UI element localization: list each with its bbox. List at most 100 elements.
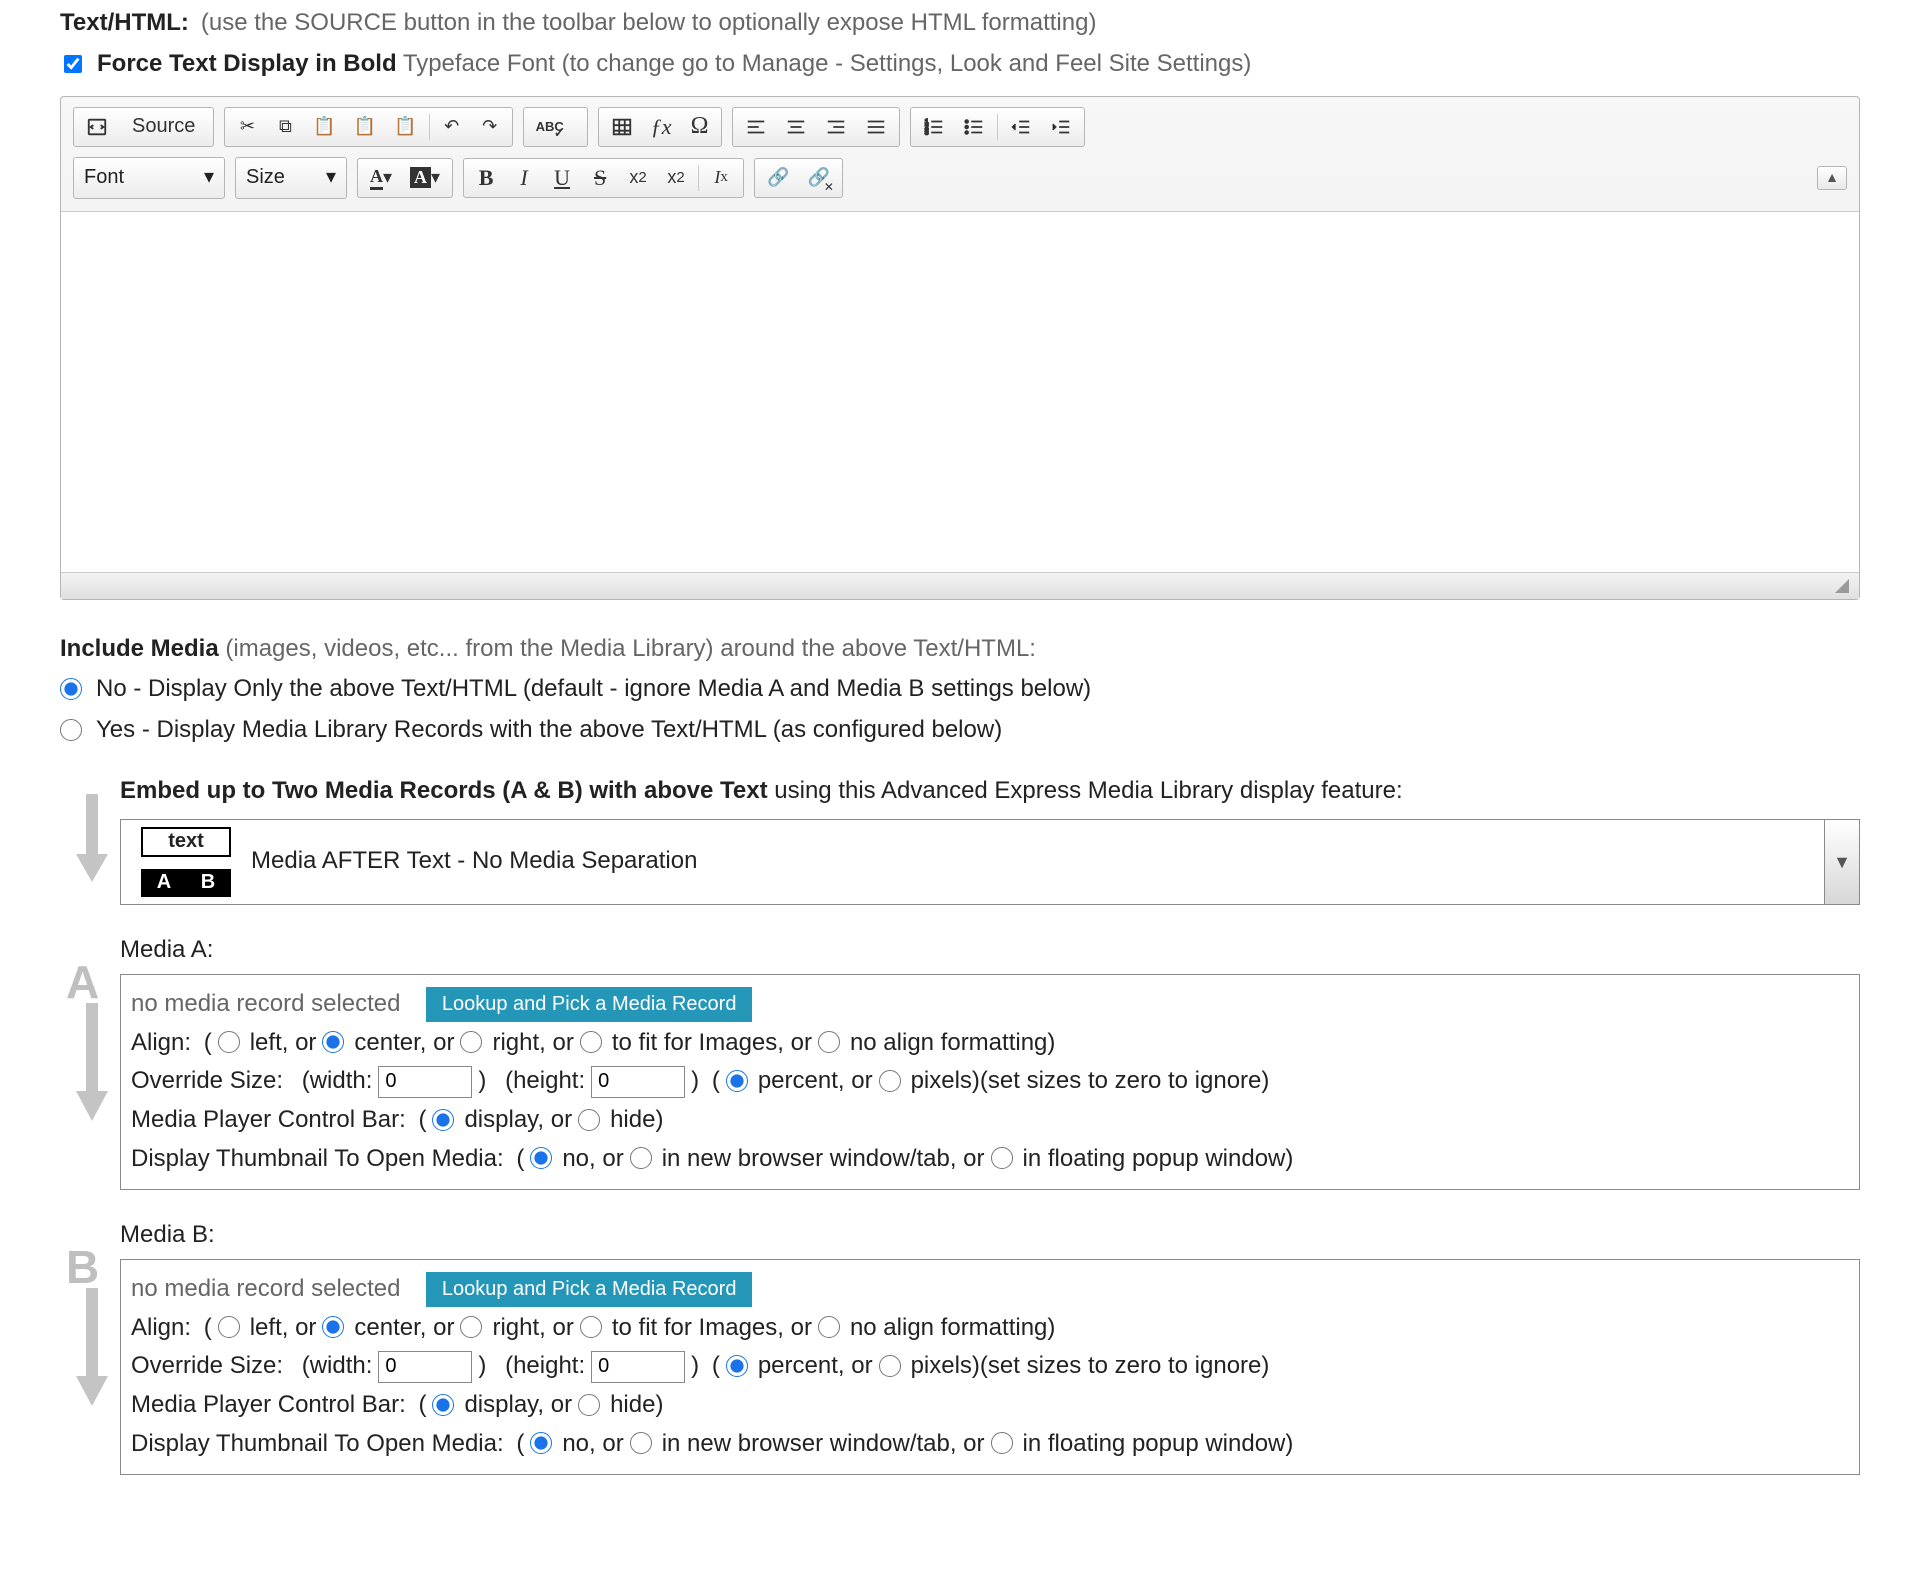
rich-text-editor: Source ✂ ⧉ 📋 📋 📋 ↶ ↷ ABC✓ <box>60 96 1860 600</box>
media-b-ctrl-display[interactable] <box>432 1394 454 1416</box>
chevron-down-icon: ▾ <box>204 163 214 192</box>
include-media-no[interactable]: No - Display Only the above Text/HTML (d… <box>60 672 1860 707</box>
media-a-height-input[interactable] <box>591 1066 685 1098</box>
media-a-ctrl-hide[interactable] <box>578 1109 600 1131</box>
media-layout-select[interactable]: text AB Media AFTER Text - No Media Sepa… <box>120 819 1860 905</box>
numbered-list-icon[interactable]: 123 <box>917 111 951 143</box>
chevron-down-icon[interactable]: ▼ <box>1824 820 1859 904</box>
media-a-thumb-no[interactable] <box>530 1147 552 1169</box>
media-a-thumb-pop[interactable] <box>991 1147 1013 1169</box>
override-label: Override Size: <box>131 1064 283 1099</box>
media-a-align-right[interactable] <box>460 1031 482 1053</box>
resize-handle-icon[interactable] <box>1835 579 1849 593</box>
media-a-align-none[interactable] <box>818 1031 840 1053</box>
align-label: Align: <box>131 1026 191 1061</box>
texthtml-label-row: Text/HTML: (use the SOURCE button in the… <box>60 6 1860 41</box>
paste-text-icon[interactable]: 📋 <box>348 111 382 143</box>
media-b-width-input[interactable] <box>378 1351 472 1383</box>
spellcheck-icon[interactable]: ABC✓ <box>530 111 581 143</box>
media-b-lookup-button[interactable]: Lookup and Pick a Media Record <box>426 1272 753 1307</box>
include-media-yes[interactable]: Yes - Display Media Library Records with… <box>60 713 1860 748</box>
bulleted-list-icon[interactable] <box>957 111 991 143</box>
height-label: (height: <box>505 1064 585 1099</box>
media-b-title: Media B: <box>120 1218 1860 1253</box>
align-justify-icon[interactable] <box>859 111 893 143</box>
media-b-unit-pixels[interactable] <box>879 1355 901 1377</box>
embed-intro-bold: Embed up to Two Media Records (A & B) wi… <box>120 777 768 804</box>
paste-icon[interactable]: 📋 <box>307 111 341 143</box>
superscript-icon[interactable]: x2 <box>660 162 692 194</box>
subscript-icon[interactable]: x2 <box>622 162 654 194</box>
media-a-frame: no media record selected Lookup and Pick… <box>120 974 1860 1190</box>
media-a-lookup-button[interactable]: Lookup and Pick a Media Record <box>426 987 753 1022</box>
media-b-align-right[interactable] <box>460 1316 482 1338</box>
include-media-no-radio[interactable] <box>60 678 82 700</box>
outdent-icon[interactable] <box>1004 111 1038 143</box>
media-b-thumb-pop[interactable] <box>991 1432 1013 1454</box>
align-fit-label: to fit for Images, or <box>612 1026 812 1061</box>
media-b-align-fit[interactable] <box>580 1316 602 1338</box>
media-a-unit-percent[interactable] <box>726 1070 748 1092</box>
media-b-align-center[interactable] <box>322 1316 344 1338</box>
media-b-none: no media record selected <box>131 1272 400 1307</box>
thumb-no-label: no, or <box>562 1142 623 1177</box>
arrow-down-icon <box>72 794 112 895</box>
align-center-label: center, or <box>354 1026 454 1061</box>
underline-icon[interactable]: U <box>546 162 578 194</box>
remove-format-icon[interactable]: Ix <box>705 162 737 194</box>
embed-intro-rest: using this Advanced Express Media Librar… <box>768 777 1403 804</box>
source-toggle-icon[interactable] <box>80 111 114 143</box>
text-color-icon[interactable]: A▾ <box>364 162 398 194</box>
arrow-down-icon <box>72 1288 112 1419</box>
strike-icon[interactable]: S <box>584 162 616 194</box>
media-b-ctrl-hide[interactable] <box>578 1394 600 1416</box>
media-b-align-left[interactable] <box>218 1316 240 1338</box>
collapse-toolbar-icon[interactable]: ▲ <box>1817 166 1847 190</box>
source-button[interactable]: Source <box>120 111 207 143</box>
media-a-unit-pixels[interactable] <box>879 1070 901 1092</box>
link-icon[interactable]: 🔗 <box>761 162 795 194</box>
redo-icon[interactable]: ↷ <box>474 111 506 143</box>
thumb-label: Display Thumbnail To Open Media: <box>131 1427 504 1462</box>
copy-icon[interactable]: ⧉ <box>269 111 301 143</box>
editor-content-area[interactable] <box>61 211 1859 572</box>
special-char-icon[interactable]: Ω <box>683 111 715 143</box>
media-a-align-fit[interactable] <box>580 1031 602 1053</box>
force-bold-checkbox[interactable] <box>64 55 82 73</box>
formula-icon[interactable]: ƒx <box>645 111 678 143</box>
media-a-align-center[interactable] <box>322 1031 344 1053</box>
align-left-icon[interactable] <box>739 111 773 143</box>
media-a-ctrl-display[interactable] <box>432 1109 454 1131</box>
align-left-label: left, or <box>250 1026 317 1061</box>
paste-word-icon[interactable]: 📋 <box>388 111 422 143</box>
texthtml-hint: (use the SOURCE button in the toolbar be… <box>201 6 1097 41</box>
size-dropdown[interactable]: Size▾ <box>235 157 347 199</box>
font-dropdown[interactable]: Font▾ <box>73 157 225 199</box>
include-media-section: Include Media (images, videos, etc... fr… <box>60 632 1860 748</box>
bold-icon[interactable]: B <box>470 162 502 194</box>
width-label: (width: <box>302 1064 373 1099</box>
media-b-height-input[interactable] <box>591 1351 685 1383</box>
table-icon[interactable] <box>605 111 639 143</box>
media-a-align-left[interactable] <box>218 1031 240 1053</box>
force-bold-hint: Typeface Font (to change go to Manage - … <box>403 50 1252 77</box>
undo-icon[interactable]: ↶ <box>436 111 468 143</box>
texthtml-label: Text/HTML: <box>60 6 189 41</box>
include-media-yes-radio[interactable] <box>60 719 82 741</box>
italic-icon[interactable]: I <box>508 162 540 194</box>
media-b-thumb-no[interactable] <box>530 1432 552 1454</box>
unlink-icon[interactable]: 🔗✕ <box>802 162 836 194</box>
media-a-width-input[interactable] <box>378 1066 472 1098</box>
align-right-icon[interactable] <box>819 111 853 143</box>
align-center-icon[interactable] <box>779 111 813 143</box>
include-media-title-hint: (images, videos, etc... from the Media L… <box>219 635 1036 662</box>
media-b-thumb-new[interactable] <box>630 1432 652 1454</box>
media-a-thumb-new[interactable] <box>630 1147 652 1169</box>
indent-icon[interactable] <box>1044 111 1078 143</box>
media-layout-value: Media AFTER Text - No Media Separation <box>251 844 697 879</box>
bg-color-icon[interactable]: A▾ <box>404 162 446 194</box>
include-media-no-label: No - Display Only the above Text/HTML (d… <box>96 672 1091 707</box>
media-b-unit-percent[interactable] <box>726 1355 748 1377</box>
cut-icon[interactable]: ✂ <box>231 111 263 143</box>
media-b-align-none[interactable] <box>818 1316 840 1338</box>
